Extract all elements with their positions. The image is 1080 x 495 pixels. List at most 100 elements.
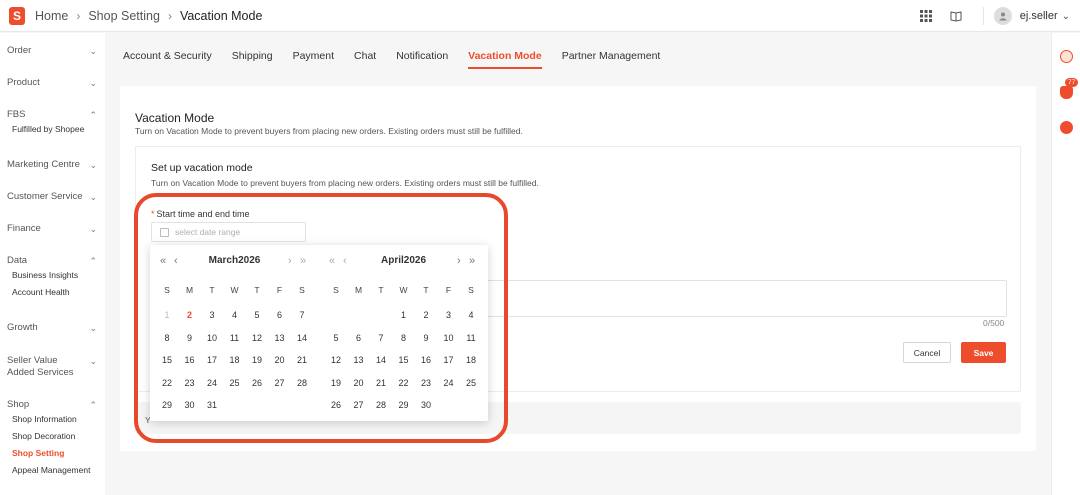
book-icon[interactable] (949, 9, 963, 23)
calendar-day[interactable]: 19 (325, 378, 347, 388)
tab-payment[interactable]: Payment (293, 47, 334, 69)
calendar-day[interactable]: 14 (291, 333, 313, 343)
tab-partner-management[interactable]: Partner Management (562, 47, 661, 69)
breadcrumb-shop-setting[interactable]: Shop Setting (88, 9, 160, 23)
calendar-day[interactable]: 2 (415, 310, 437, 320)
tab-chat[interactable]: Chat (354, 47, 376, 69)
shopee-logo-icon[interactable]: S (9, 6, 25, 25)
tab-account-security[interactable]: Account & Security (123, 47, 212, 69)
sidebar-group-marketing-centre[interactable]: Marketing Centre ⌄ (7, 159, 97, 171)
calendar-day[interactable]: 9 (179, 333, 201, 343)
sidebar-group-fbs[interactable]: FBS ⌃ Fulfilled by Shopee (7, 109, 97, 138)
calendar-day[interactable]: 22 (156, 378, 178, 388)
date-range-input[interactable]: select date range (151, 222, 306, 242)
calendar-day[interactable]: 6 (348, 333, 370, 343)
calendar-day[interactable]: 4 (460, 310, 482, 320)
calendar-day[interactable]: 18 (460, 355, 482, 365)
calendar-day[interactable]: 14 (370, 355, 392, 365)
calendar-day[interactable]: 13 (348, 355, 370, 365)
calendar-day[interactable]: 30 (179, 400, 201, 410)
calendar-day[interactable]: 6 (269, 310, 291, 320)
calendar-day[interactable]: 26 (325, 400, 347, 410)
sidebar-group-order[interactable]: Order ⌄ (7, 45, 97, 57)
chat-icon[interactable] (1060, 121, 1073, 134)
calendar-day[interactable]: 1 (393, 310, 415, 320)
sidebar-item-shop-setting[interactable]: Shop Setting (7, 445, 97, 462)
calendar-day[interactable]: 17 (201, 355, 223, 365)
calendar-day[interactable]: 29 (156, 400, 178, 410)
grid-icon[interactable] (919, 9, 933, 23)
sidebar-group-customer-service[interactable]: Customer Service ⌄ (7, 191, 97, 203)
calendar-day[interactable]: 28 (291, 378, 313, 388)
sidebar-group-data[interactable]: Data ⌃ Business Insights Account Health (7, 255, 97, 301)
username[interactable]: ej.seller (1020, 10, 1058, 22)
calendar-day[interactable]: 5 (325, 333, 347, 343)
calendar-day[interactable]: 22 (393, 378, 415, 388)
calendar-day[interactable]: 25 (460, 378, 482, 388)
calendar-day[interactable]: 20 (269, 355, 291, 365)
sidebar-group-product[interactable]: Product ⌄ (7, 77, 97, 89)
sidebar-item-appeal-management[interactable]: Appeal Management (7, 462, 97, 479)
calendar-day[interactable]: 27 (269, 378, 291, 388)
calendar-day[interactable]: 10 (438, 333, 460, 343)
calendar-day[interactable]: 15 (393, 355, 415, 365)
calendar-day[interactable]: 23 (179, 378, 201, 388)
sidebar-group-seller-value-added-services[interactable]: Seller Value Added Services ⌄ (7, 355, 97, 379)
calendar-day[interactable]: 18 (224, 355, 246, 365)
reason-textarea[interactable] (486, 280, 1007, 317)
save-button[interactable]: Save (961, 342, 1006, 363)
calendar-day[interactable]: 15 (156, 355, 178, 365)
sidebar-item-business-insights[interactable]: Business Insights (7, 267, 97, 284)
calendar-day[interactable]: 21 (291, 355, 313, 365)
calendar-day[interactable]: 24 (438, 378, 460, 388)
calendar-day[interactable]: 12 (325, 355, 347, 365)
sidebar-item-shop-decoration[interactable]: Shop Decoration (7, 428, 97, 445)
calendar-day[interactable]: 5 (246, 310, 268, 320)
assistant-avatar-icon[interactable] (1060, 50, 1073, 63)
calendar-day[interactable]: 16 (179, 355, 201, 365)
calendar-day[interactable]: 23 (415, 378, 437, 388)
sidebar-group-finance[interactable]: Finance ⌄ (7, 223, 97, 235)
calendar-day[interactable]: 7 (370, 333, 392, 343)
calendar-day[interactable]: 26 (246, 378, 268, 388)
sidebar-item-fulfilled-by-shopee[interactable]: Fulfilled by Shopee (7, 121, 97, 138)
tab-shipping[interactable]: Shipping (232, 47, 273, 69)
calendar-day[interactable]: 11 (224, 333, 246, 343)
tab-vacation-mode[interactable]: Vacation Mode (468, 47, 542, 69)
calendar-day[interactable]: 3 (201, 310, 223, 320)
calendar-day[interactable]: 3 (438, 310, 460, 320)
calendar-day[interactable]: 28 (370, 400, 392, 410)
next-month-icon[interactable]: › (457, 253, 461, 269)
sidebar-group-growth[interactable]: Growth ⌄ (7, 322, 97, 334)
tab-notification[interactable]: Notification (396, 47, 448, 69)
breadcrumb-home[interactable]: Home (35, 9, 68, 23)
calendar-day[interactable]: 2 (179, 310, 201, 320)
user-icon[interactable] (993, 7, 1012, 25)
calendar-day[interactable]: 31 (201, 400, 223, 410)
calendar-day[interactable]: 8 (393, 333, 415, 343)
calendar-day[interactable]: 16 (415, 355, 437, 365)
calendar-day[interactable]: 20 (348, 378, 370, 388)
calendar-day[interactable]: 9 (415, 333, 437, 343)
sidebar-group-shop[interactable]: Shop ⌃ Shop Information Shop Decoration S… (7, 399, 97, 479)
bell-icon[interactable] (1060, 86, 1073, 99)
next-year-icon[interactable]: » (469, 253, 475, 269)
calendar-day[interactable]: 27 (348, 400, 370, 410)
calendar-day[interactable]: 24 (201, 378, 223, 388)
sidebar-item-shop-information[interactable]: Shop Information (7, 411, 97, 428)
cancel-button[interactable]: Cancel (903, 342, 951, 363)
sidebar-item-account-health[interactable]: Account Health (7, 284, 97, 301)
calendar-day[interactable]: 30 (415, 400, 437, 410)
calendar-day[interactable]: 4 (224, 310, 246, 320)
calendar-day[interactable]: 29 (393, 400, 415, 410)
calendar-day[interactable]: 7 (291, 310, 313, 320)
calendar-day[interactable]: 12 (246, 333, 268, 343)
calendar-day[interactable]: 17 (438, 355, 460, 365)
calendar-day[interactable]: 25 (224, 378, 246, 388)
calendar-day[interactable]: 11 (460, 333, 482, 343)
calendar-day[interactable]: 21 (370, 378, 392, 388)
calendar-day[interactable]: 19 (246, 355, 268, 365)
calendar-day[interactable]: 8 (156, 333, 178, 343)
chevron-down-icon[interactable]: ⌄ (1062, 11, 1070, 22)
calendar-day[interactable]: 13 (269, 333, 291, 343)
